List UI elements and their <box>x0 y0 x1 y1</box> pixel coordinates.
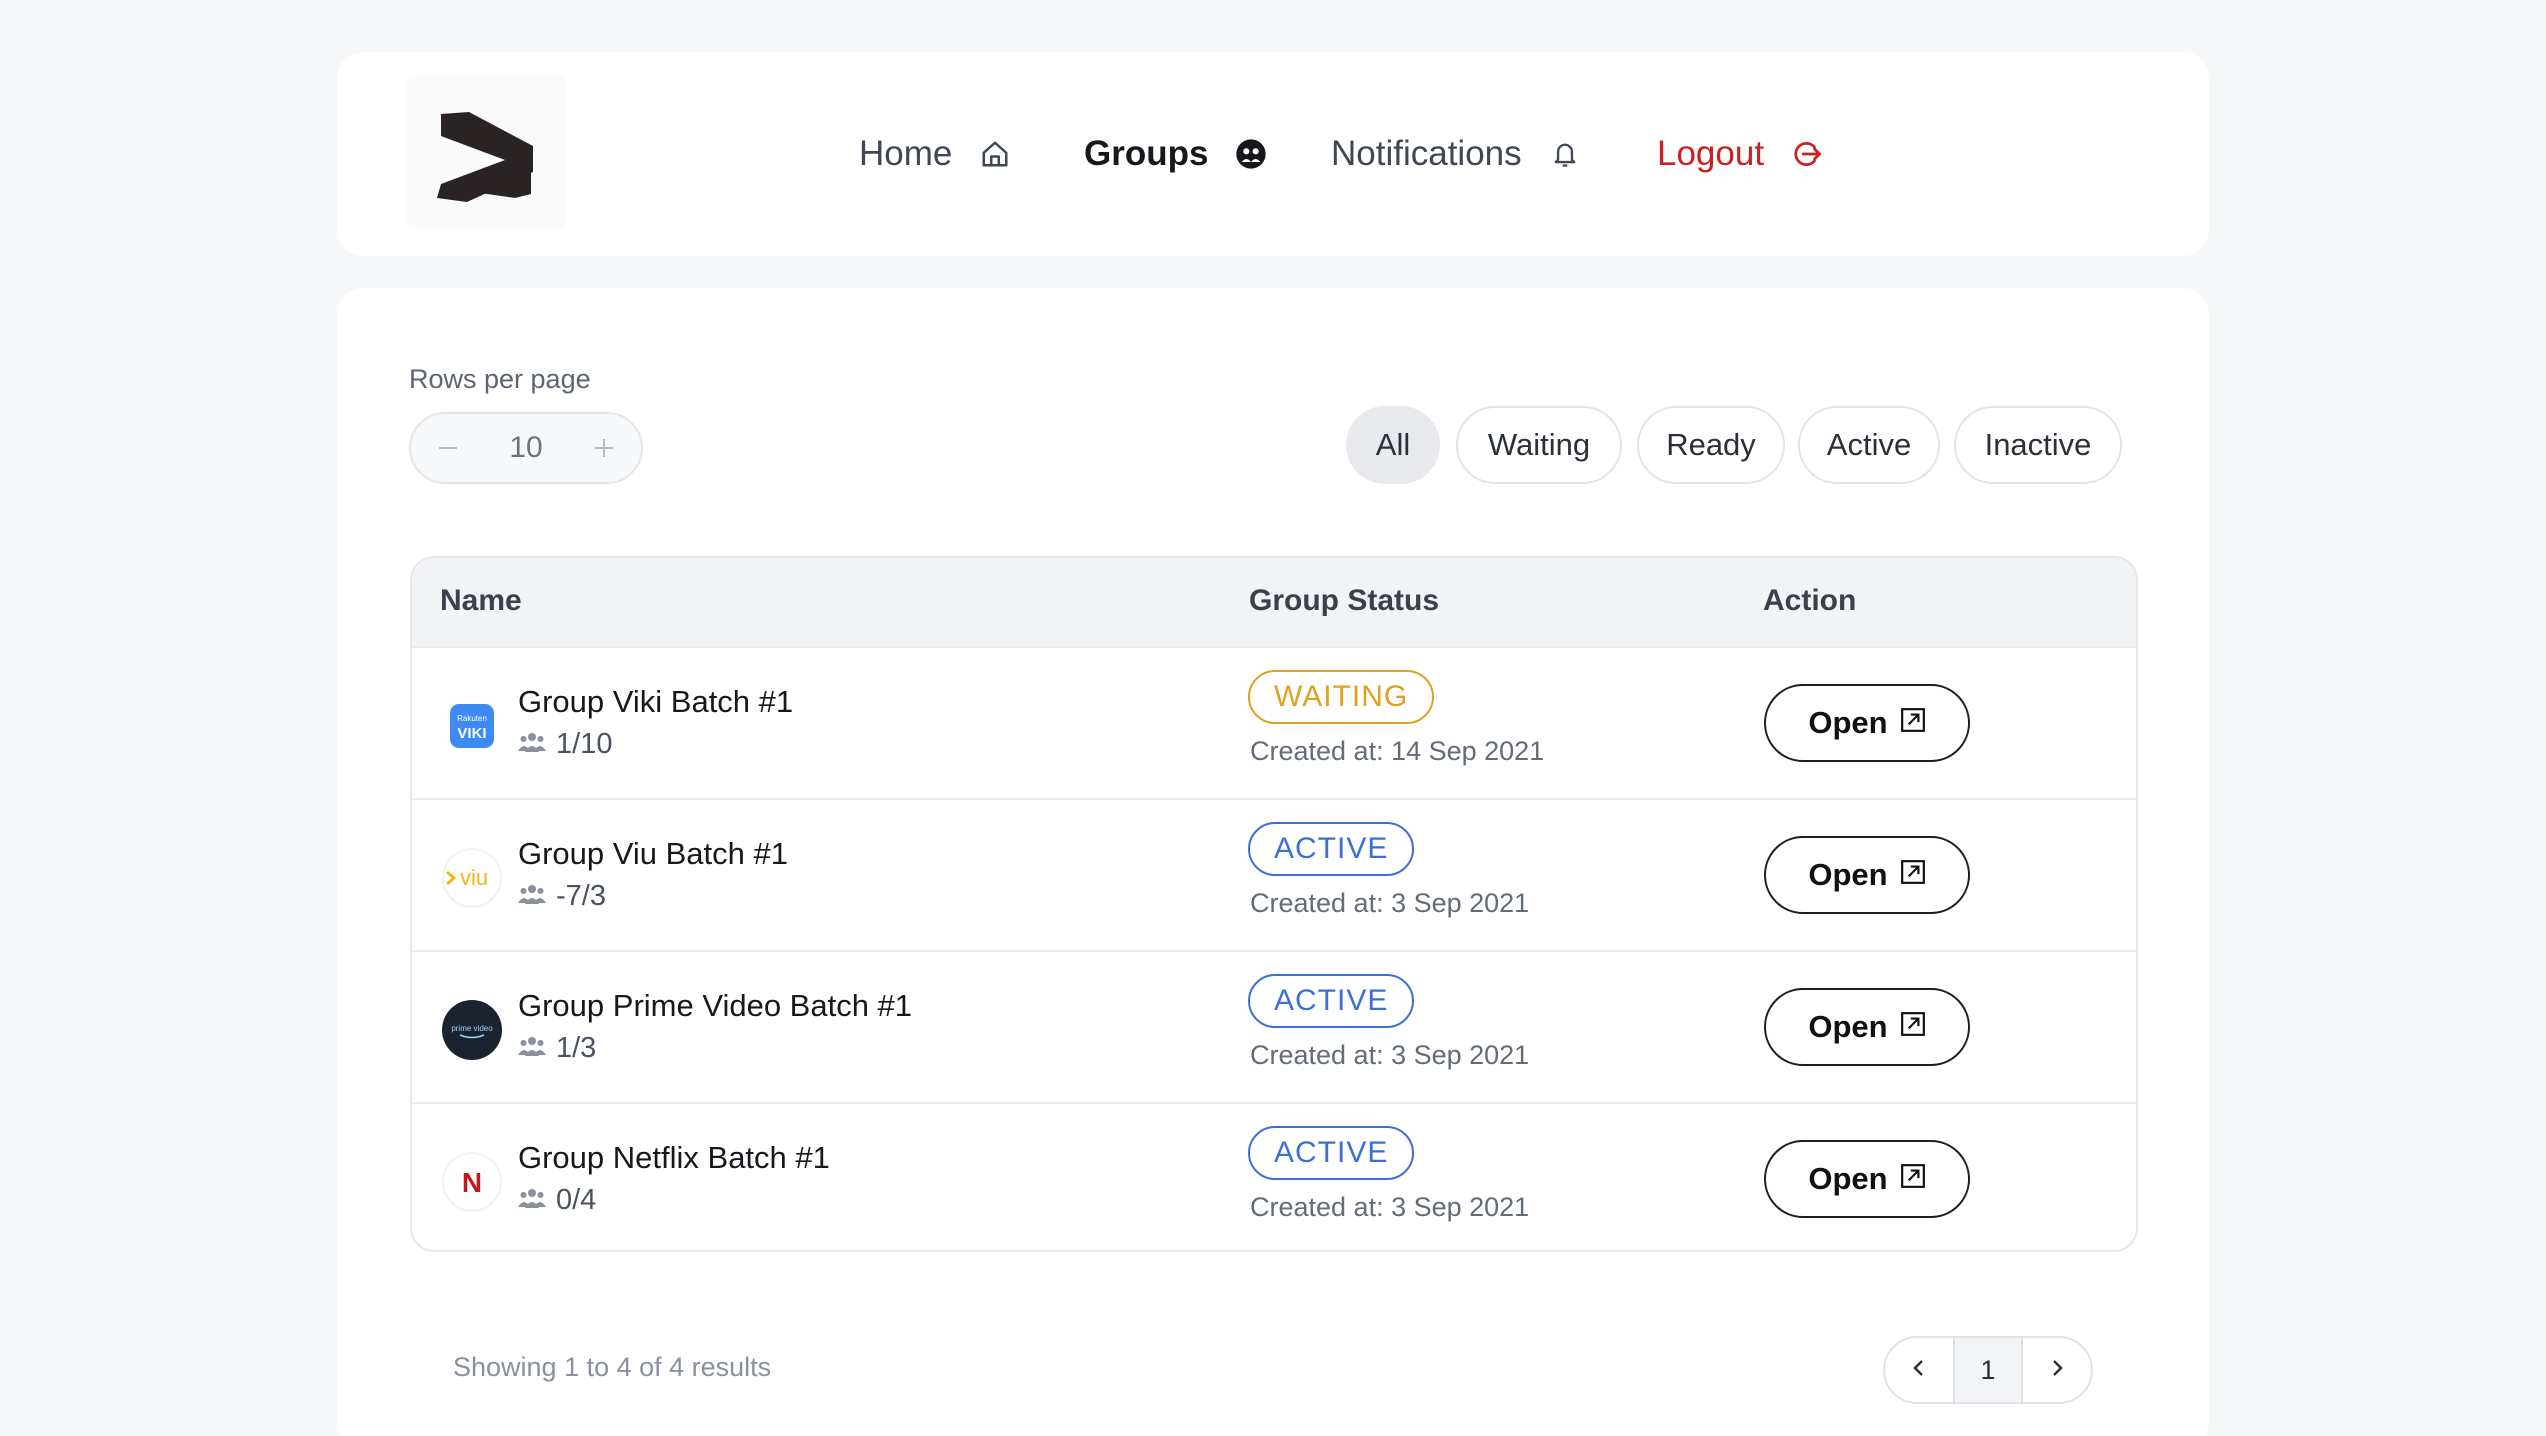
table-row: viu Group Viu Batch #1 -7/3 ACTIVE Creat… <box>412 798 2136 950</box>
member-count-value: -7/3 <box>556 880 606 912</box>
open-button-label: Open <box>1808 1009 1888 1044</box>
prime-video-logo: prime video <box>442 1000 502 1060</box>
external-link-icon <box>1900 705 1926 741</box>
member-count: 0/4 <box>518 1184 596 1217</box>
created-date: Created at: 14 Sep 2021 <box>1250 736 1545 766</box>
member-count: -7/3 <box>518 880 606 913</box>
open-button[interactable]: Open <box>1764 988 1970 1066</box>
next-page-button[interactable] <box>2023 1338 2091 1402</box>
nav-home[interactable]: Home <box>859 128 1012 180</box>
status-badge: WAITING <box>1248 670 1435 724</box>
member-count-value: 0/4 <box>556 1184 597 1216</box>
table-row: prime video Group Prime Video Batch #1 1… <box>412 950 2136 1102</box>
open-button[interactable]: Open <box>1764 1140 1970 1218</box>
pagination: 1 <box>1883 1336 2093 1404</box>
open-button-label: Open <box>1808 1161 1888 1196</box>
chevron-left-icon <box>1909 1358 1929 1383</box>
table-row: N Group Netflix Batch #1 0/4 ACTIVE Crea… <box>412 1102 2136 1250</box>
column-header-name: Name <box>440 584 522 617</box>
nav-groups[interactable]: Groups <box>1084 128 1268 180</box>
previous-page-button[interactable] <box>1885 1338 1953 1402</box>
open-button-label: Open <box>1808 857 1888 892</box>
nav-logout-label: Logout <box>1657 134 1765 173</box>
created-date: Created at: 3 Sep 2021 <box>1250 1040 1530 1070</box>
viu-logo-text: viu <box>460 865 488 890</box>
top-navigation-bar: Home Groups Notifications Logout <box>337 52 2209 256</box>
groups-panel: Rows per page 10 All Waiting Ready Activ… <box>337 288 2209 1436</box>
viki-logo-text: VIKI <box>457 725 486 742</box>
groups-table: Name Group Status Action Rakuten VIKI Gr… <box>410 556 2138 1252</box>
users-icon <box>518 728 546 761</box>
filter-active[interactable]: Active <box>1798 406 1940 484</box>
status-badge: ACTIVE <box>1248 1126 1415 1180</box>
nav-logout[interactable]: Logout <box>1657 128 1824 180</box>
plus-icon[interactable] <box>587 431 621 465</box>
viki-logo: Rakuten VIKI <box>442 696 502 756</box>
member-count: 1/10 <box>518 728 612 761</box>
nav-groups-label: Groups <box>1084 134 1209 173</box>
member-count-value: 1/3 <box>556 1032 597 1064</box>
group-name: Group Viki Batch #1 <box>518 684 794 719</box>
open-button[interactable]: Open <box>1764 684 1970 762</box>
rows-per-page-stepper: 10 <box>409 412 643 484</box>
filter-inactive[interactable]: Inactive <box>1954 406 2122 484</box>
open-button-label: Open <box>1808 705 1888 740</box>
status-badge: ACTIVE <box>1248 822 1415 876</box>
home-icon <box>978 137 1012 171</box>
external-link-icon <box>1900 1161 1926 1197</box>
member-count: 1/3 <box>518 1032 596 1065</box>
created-date: Created at: 3 Sep 2021 <box>1250 1192 1530 1222</box>
netflix-logo-text: N <box>462 1167 482 1198</box>
prime-video-logo-text: prime video <box>451 1024 493 1033</box>
external-link-icon <box>1900 1009 1926 1045</box>
nav-notifications-label: Notifications <box>1331 134 1522 173</box>
group-name: Group Netflix Batch #1 <box>518 1140 830 1175</box>
nav-notifications[interactable]: Notifications <box>1331 128 1582 180</box>
users-icon <box>518 1032 546 1065</box>
status-badge: ACTIVE <box>1248 974 1415 1028</box>
rows-per-page-value[interactable]: 10 <box>509 431 542 465</box>
minus-icon[interactable] <box>431 431 465 465</box>
nav-home-label: Home <box>859 134 953 173</box>
page-number-button[interactable]: 1 <box>1953 1338 2023 1402</box>
group-name: Group Viu Batch #1 <box>518 836 788 871</box>
open-button[interactable]: Open <box>1764 836 1970 914</box>
column-header-action: Action <box>1763 584 1857 617</box>
svg-text:Rakuten: Rakuten <box>457 714 487 723</box>
chevron-right-icon <box>2047 1358 2067 1383</box>
created-date: Created at: 3 Sep 2021 <box>1250 888 1530 918</box>
external-link-icon <box>1900 857 1926 893</box>
groups-icon <box>1234 137 1268 171</box>
filter-ready[interactable]: Ready <box>1637 406 1785 484</box>
bell-icon <box>1548 137 1582 171</box>
member-count-value: 1/10 <box>556 728 613 760</box>
group-name: Group Prime Video Batch #1 <box>518 988 913 1023</box>
users-icon <box>518 1184 546 1217</box>
users-icon <box>518 880 546 913</box>
viu-logo: viu <box>442 848 502 908</box>
filter-all[interactable]: All <box>1346 406 1440 484</box>
filter-waiting[interactable]: Waiting <box>1456 406 1622 484</box>
column-header-status: Group Status <box>1249 584 1440 617</box>
table-row: Rakuten VIKI Group Viki Batch #1 1/10 WA… <box>412 646 2136 798</box>
brand-logo[interactable] <box>407 76 565 228</box>
results-summary: Showing 1 to 4 of 4 results <box>453 1352 772 1382</box>
logout-icon <box>1790 137 1824 171</box>
table-header: Name Group Status Action <box>412 558 2136 646</box>
netflix-logo: N <box>442 1152 502 1212</box>
rows-per-page-label: Rows per page <box>409 364 591 394</box>
